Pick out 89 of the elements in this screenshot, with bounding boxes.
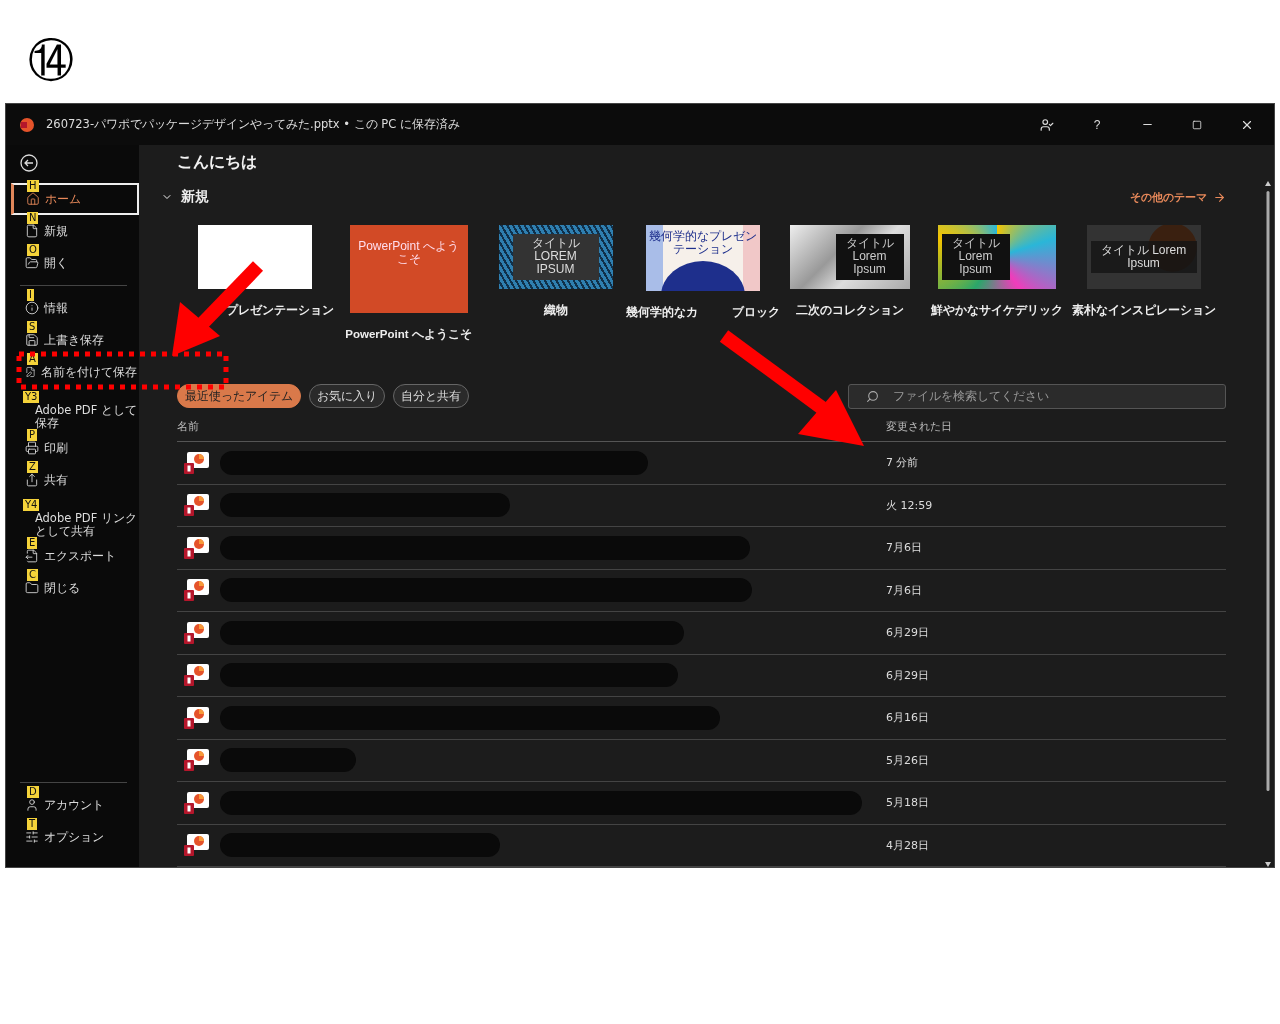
file-row[interactable]: 6月29日	[177, 612, 1226, 655]
template-label: 鮮やかなサイケデリック	[930, 302, 1063, 318]
powerpoint-file-icon	[184, 578, 210, 603]
template-label: 二次のコレクション	[795, 302, 904, 318]
help-button[interactable]: ?	[1082, 109, 1112, 140]
key-tip: D	[27, 786, 39, 798]
slide-title-text: タイトル Lorem Ipsum	[1090, 240, 1197, 273]
key-tip: P	[27, 429, 38, 441]
file-row[interactable]: 6月29日	[177, 654, 1226, 698]
powerpoint-file-icon	[184, 748, 210, 773]
powerpoint-file-icon	[184, 620, 210, 645]
key-tip: Y4	[23, 499, 40, 511]
key-tip: E	[27, 537, 38, 549]
modified-date: 6月29日	[886, 667, 930, 683]
slide-title-text: PowerPoint へようこそ	[357, 237, 460, 268]
template-label: ブロック	[731, 304, 780, 320]
modified-date: 6月29日	[886, 625, 930, 641]
powerpoint-file-icon	[184, 663, 210, 688]
file-row[interactable]: 7月6日	[177, 569, 1226, 613]
key-tip: O	[27, 244, 39, 256]
modified-date: 火 12:59	[886, 497, 934, 513]
slide-title-text: タイトル LOREM IPSUM	[512, 233, 599, 280]
template-label: 幾何学的なカ	[625, 304, 698, 320]
menu-icon	[25, 256, 39, 270]
key-tip: T	[27, 818, 38, 830]
modified-date: 6月16日	[886, 710, 930, 726]
menu-icon	[25, 798, 39, 812]
key-tip: C	[27, 569, 38, 581]
key-tip: Y3	[23, 391, 40, 403]
menu-icon	[25, 581, 39, 595]
template-card[interactable]: タイトル Lorem Ipsum 鮮やかなサイケデリック	[923, 224, 1070, 342]
menu-icon	[25, 365, 36, 379]
search-field[interactable]: ファイルを検索してください	[848, 383, 1226, 409]
modified-date: 5月26日	[886, 752, 930, 768]
powerpoint-file-icon	[184, 833, 210, 858]
step-number: ⑭	[28, 32, 74, 89]
arrow-right-icon	[1213, 190, 1226, 204]
modified-date: 7月6日	[886, 540, 923, 556]
key-tip: N	[27, 212, 39, 224]
key-tip: I	[27, 289, 34, 301]
template-card[interactable]: プレゼンテーション	[175, 224, 335, 342]
menu-icon	[25, 441, 39, 455]
file-row[interactable]: 6月16日	[177, 697, 1226, 740]
section-toggle[interactable]: 新規	[161, 188, 209, 207]
template-label: 素朴なインスピレーション	[1071, 302, 1216, 318]
powerpoint-file-icon	[184, 493, 210, 518]
column-header: 変更された日	[886, 419, 953, 435]
template-label: プレゼンテーション	[226, 302, 334, 318]
filter-tab[interactable]: 自分と共有	[393, 384, 469, 409]
modified-date: 7月6日	[886, 582, 923, 598]
window-title: 260723-パワポでパッケージデザインやってみた.pptx • この PC に保存済み	[46, 117, 461, 132]
slide-title-text: 幾何学的なプレゼンテーション	[647, 227, 758, 258]
key-tip: S	[27, 321, 38, 333]
slide-title-text: タイトル Lorem Ipsum	[835, 233, 904, 280]
greeting-heading: こんにちは	[177, 151, 258, 173]
menu-icon	[25, 473, 39, 487]
template-card[interactable]: タイトル Lorem Ipsum 素朴なインスピレーション	[1070, 224, 1217, 342]
scrollbar[interactable]	[1264, 179, 1272, 867]
modified-date: 4月28日	[886, 837, 930, 853]
modified-date: 5月18日	[886, 795, 930, 811]
menu-icon	[25, 333, 39, 347]
search-icon	[866, 389, 879, 403]
menu-icon	[25, 301, 39, 315]
menu-icon	[25, 224, 39, 238]
column-header: 名前	[177, 419, 200, 435]
powerpoint-file-icon	[184, 535, 210, 560]
key-tip: Z	[27, 461, 38, 473]
filter-tab[interactable]: お気に入り	[309, 384, 385, 409]
file-row[interactable]: 5月18日	[177, 782, 1226, 825]
modified-date: 7 分前	[886, 455, 920, 471]
template-card[interactable]: PowerPoint へようこそ PowerPoint へようこそ	[335, 224, 482, 342]
powerpoint-file-icon	[184, 450, 210, 475]
template-label: 織物	[543, 302, 568, 318]
menu-icon	[26, 192, 40, 206]
more-themes-link[interactable]: その他のテーマ	[1130, 189, 1226, 205]
powerpoint-file-icon	[184, 790, 210, 815]
file-row[interactable]: 5月26日	[177, 739, 1226, 783]
powerpoint-file-icon	[184, 705, 210, 730]
menu-icon	[25, 830, 39, 844]
filter-tab[interactable]: 最近使ったアイテム	[177, 384, 301, 409]
menu-icon	[25, 549, 39, 563]
file-row[interactable]: 7月6日	[177, 527, 1226, 570]
slide-title-text: タイトル Lorem Ipsum	[941, 233, 1010, 280]
key-tip: H	[27, 180, 39, 192]
file-row[interactable]: 4月28日	[177, 824, 1226, 867]
app-logo-icon	[20, 117, 34, 132]
template-label: PowerPoint へようこそ	[345, 326, 472, 342]
file-row[interactable]: 7 分前	[177, 442, 1226, 485]
file-row[interactable]: 火 12:59	[177, 484, 1226, 528]
